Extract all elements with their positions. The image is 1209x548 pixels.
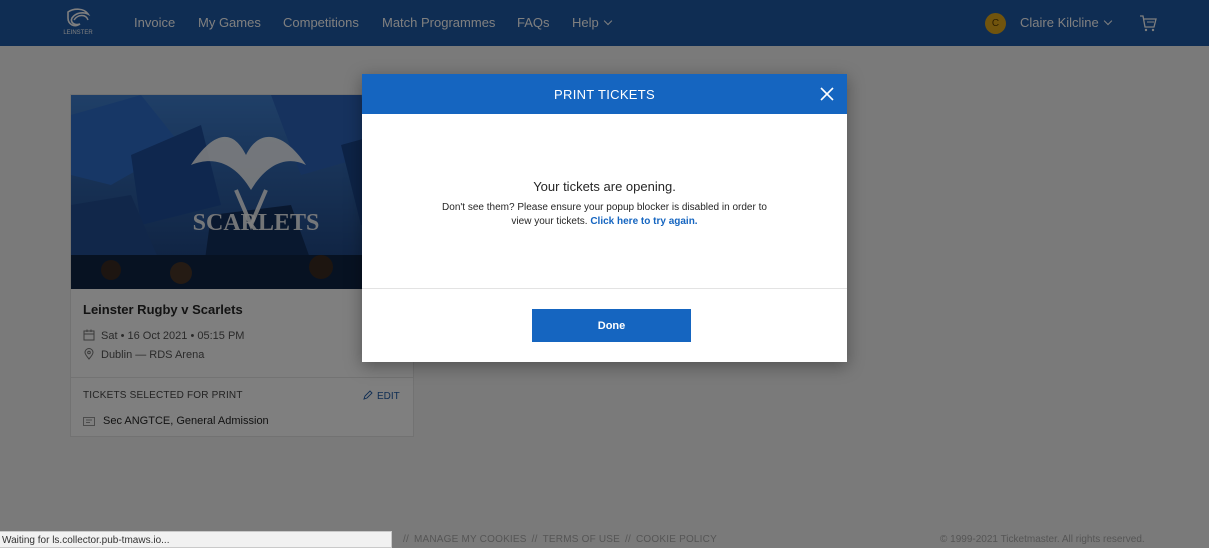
modal-divider (362, 288, 847, 289)
close-icon[interactable] (819, 86, 835, 102)
browser-status-bar: Waiting for ls.collector.pub-tmaws.io... (0, 531, 392, 548)
modal-heading: Your tickets are opening. (533, 179, 676, 194)
print-tickets-modal: PRINT TICKETS Your tickets are opening. … (362, 74, 847, 362)
modal-message: Don't see them? Please ensure your popup… (432, 201, 777, 229)
try-again-link[interactable]: Click here to try again. (590, 216, 697, 227)
modal-header: PRINT TICKETS (362, 74, 847, 114)
done-button[interactable]: Done (532, 309, 691, 342)
modal-title: PRINT TICKETS (554, 87, 655, 102)
